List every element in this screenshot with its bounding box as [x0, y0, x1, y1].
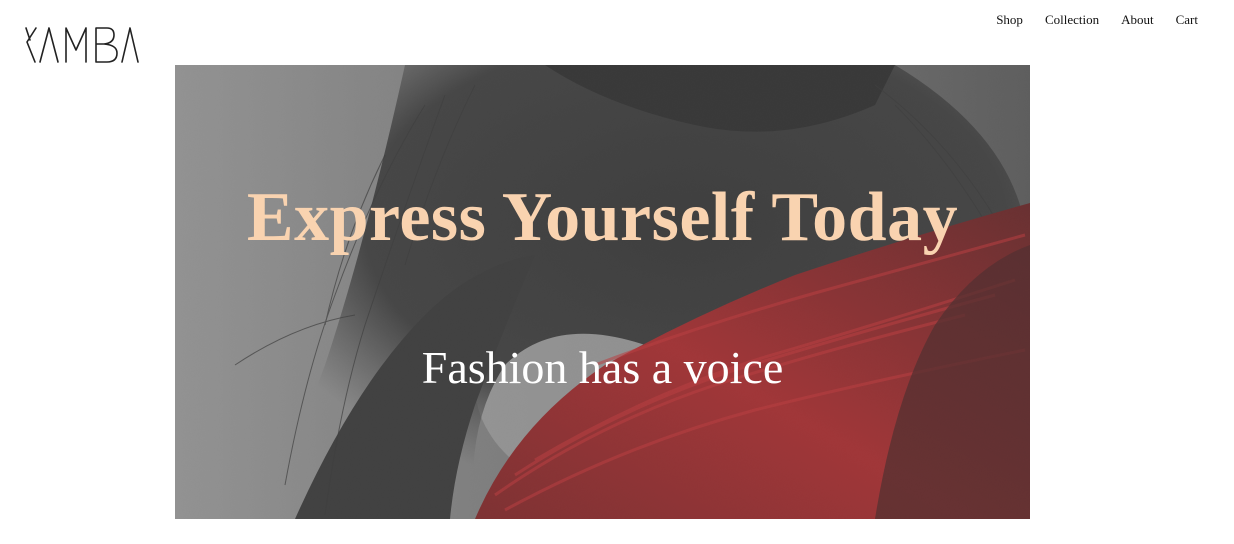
nav-collection[interactable]: Collection [1045, 12, 1099, 28]
hero-image [175, 65, 1030, 519]
hero-title: Express Yourself Today [246, 179, 959, 256]
nav-cart[interactable]: Cart [1176, 12, 1198, 28]
main-nav: Shop Collection About Cart [996, 12, 1198, 28]
brand-logo[interactable] [24, 24, 140, 66]
nav-about[interactable]: About [1121, 12, 1154, 28]
hero-subtitle: Fashion has a voice [421, 342, 784, 393]
hero-banner: Express Yourself Today Fashion has a voi… [175, 65, 1030, 519]
nav-shop[interactable]: Shop [996, 12, 1023, 28]
